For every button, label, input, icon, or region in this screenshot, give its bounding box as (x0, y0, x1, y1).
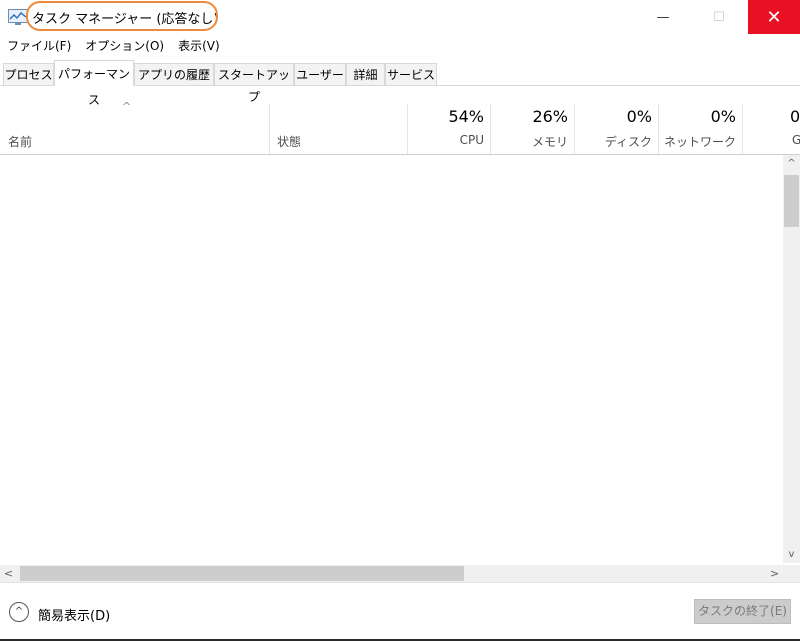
scroll-right-icon[interactable]: > (766, 565, 783, 582)
tab-details[interactable]: 詳細 (346, 63, 385, 85)
horizontal-scroll-thumb[interactable] (20, 566, 464, 581)
scrollbar-corner (783, 565, 800, 582)
menu-bar: ファイル(F) オプション(O) 表示(V) (0, 36, 227, 56)
column-header-gpu[interactable]: G (792, 133, 800, 147)
network-percent[interactable]: 0% (661, 107, 736, 126)
scroll-up-icon[interactable]: ^ (783, 155, 800, 172)
tab-processes[interactable]: プロセス (3, 63, 54, 85)
column-header-name[interactable]: 名前 (8, 133, 32, 150)
cpu-percent[interactable]: 54% (410, 107, 484, 126)
scroll-left-icon[interactable]: < (0, 565, 17, 582)
gpu-percent[interactable]: 0 (790, 107, 800, 126)
column-separator (269, 104, 270, 155)
tab-services[interactable]: サービス (385, 63, 437, 85)
footer-divider (0, 582, 800, 583)
column-header-disk[interactable]: ディスク (577, 133, 652, 150)
memory-percent[interactable]: 26% (493, 107, 568, 126)
chevron-up-circle-icon[interactable]: ^ (9, 602, 29, 622)
column-header-cpu[interactable]: CPU (410, 133, 484, 147)
task-manager-app-icon (8, 9, 28, 25)
vertical-scroll-thumb[interactable] (784, 175, 799, 227)
column-separator (658, 104, 659, 155)
tab-app-history[interactable]: アプリの履歴 (134, 63, 214, 85)
column-header-status[interactable]: 状態 (277, 133, 301, 150)
column-separator (742, 104, 743, 155)
column-separator (490, 104, 491, 155)
title-highlight-annotation (26, 1, 218, 31)
menu-view[interactable]: 表示(V) (171, 36, 227, 56)
column-header-network[interactable]: ネットワーク (661, 133, 736, 150)
scroll-down-icon[interactable]: v (783, 546, 800, 563)
end-task-button[interactable]: タスクの終了(E) (694, 599, 791, 624)
tab-users[interactable]: ユーザー (294, 63, 346, 85)
menu-file[interactable]: ファイル(F) (0, 36, 78, 56)
minimize-button[interactable]: — (640, 0, 686, 34)
process-list[interactable] (0, 155, 783, 565)
disk-percent[interactable]: 0% (577, 107, 652, 126)
fewer-details-link[interactable]: 簡易表示(D) (38, 605, 110, 624)
sort-caret-icon: ^ (122, 100, 132, 113)
column-header-memory[interactable]: メモリ (493, 133, 568, 150)
maximize-button[interactable]: ☐ (696, 0, 742, 34)
tab-startup[interactable]: スタートアップ (214, 63, 294, 104)
close-button[interactable]: ✕ (748, 0, 800, 34)
tab-performance[interactable]: パフォーマンス (54, 60, 134, 107)
column-separator (407, 104, 408, 155)
menu-options[interactable]: オプション(O) (78, 36, 171, 56)
column-separator (574, 104, 575, 155)
